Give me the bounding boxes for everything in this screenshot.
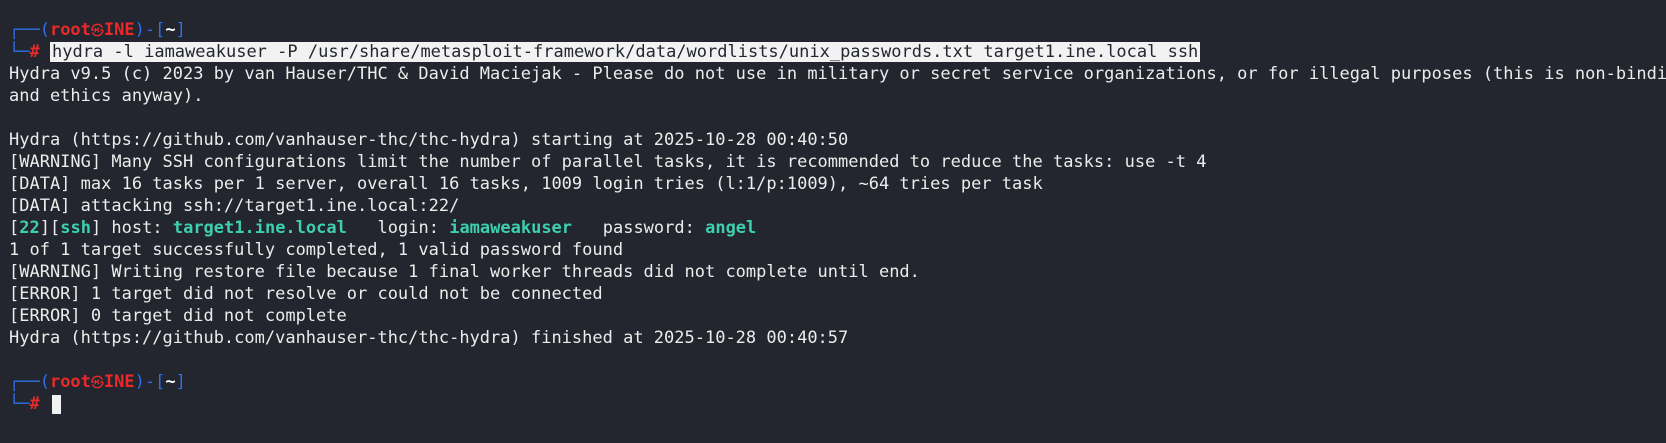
prompt-border: └─ (9, 42, 30, 62)
output-error-2: [ERROR] 0 target did not complete (9, 306, 347, 326)
text-cursor[interactable] (51, 394, 61, 414)
result-service: ssh (60, 218, 91, 238)
skull-icon: ㉿ (90, 376, 104, 391)
prompt-cwd: ~ (165, 20, 176, 40)
output-warning-2: [WARNING] Writing restore file because 1… (9, 262, 920, 282)
result-login-label: login: (346, 218, 450, 238)
output-summary: 1 of 1 target successfully completed, 1 … (9, 240, 624, 260)
prompt-bracket: ] (175, 372, 186, 392)
output-start: Hydra (https://github.com/vanhauser-thc/… (9, 130, 849, 150)
skull-icon: ㉿ (90, 24, 104, 39)
prompt-user: root (49, 372, 91, 392)
prompt-host: INE (103, 372, 135, 392)
result-host: target1.ine.local (172, 218, 347, 238)
prompt-symbol: # (29, 42, 40, 62)
prompt-host: INE (103, 20, 135, 40)
result-port: 22 (19, 218, 40, 238)
prompt-line-bottom: └─# (9, 393, 1666, 415)
prompt-user: root (49, 20, 91, 40)
result-password-label: password: (572, 218, 706, 238)
prompt-cwd: ~ (165, 372, 176, 392)
output-data-2: [DATA] attacking ssh://target1.ine.local… (9, 196, 460, 216)
command-text[interactable]: hydra -l iamaweakuser -P /usr/share/meta… (49, 42, 1201, 62)
output-data-1: [DATA] max 16 tasks per 1 server, overal… (9, 174, 1043, 194)
prompt-border: ┌──( (9, 372, 50, 392)
terminal-window[interactable]: ┌──(root㉿INE)-[~] └─# hydra -l iamaweaku… (0, 0, 1666, 443)
result-login: iamaweakuser (449, 218, 573, 238)
output-result: [22][ssh] host: target1.ine.local login:… (9, 218, 757, 238)
prompt-line-bottom: └─# hydra -l iamaweakuser -P /usr/share/… (9, 41, 1666, 63)
output-warning-1: [WARNING] Many SSH configurations limit … (9, 152, 1207, 172)
result-password: angel (705, 218, 757, 238)
prompt-line-top: ┌──(root㉿INE)-[~] (9, 19, 1666, 41)
output-error-1: [ERROR] 1 target did not resolve or coul… (9, 284, 603, 304)
prompt-separator: )-[ (134, 20, 166, 40)
prompt-symbol: # (29, 394, 40, 414)
prompt-line-top: ┌──(root㉿INE)-[~] (9, 371, 1666, 393)
output-banner-1: Hydra v9.5 (c) 2023 by van Hauser/THC & … (9, 64, 1666, 84)
prompt-border: ┌──( (9, 20, 50, 40)
prompt-separator: )-[ (134, 372, 166, 392)
result-host-label: host: (101, 218, 173, 238)
output-banner-2: and ethics anyway). (9, 86, 204, 106)
output-finish: Hydra (https://github.com/vanhauser-thc/… (9, 328, 849, 348)
prompt-bracket: ] (175, 20, 186, 40)
prompt-border: └─ (9, 394, 30, 414)
